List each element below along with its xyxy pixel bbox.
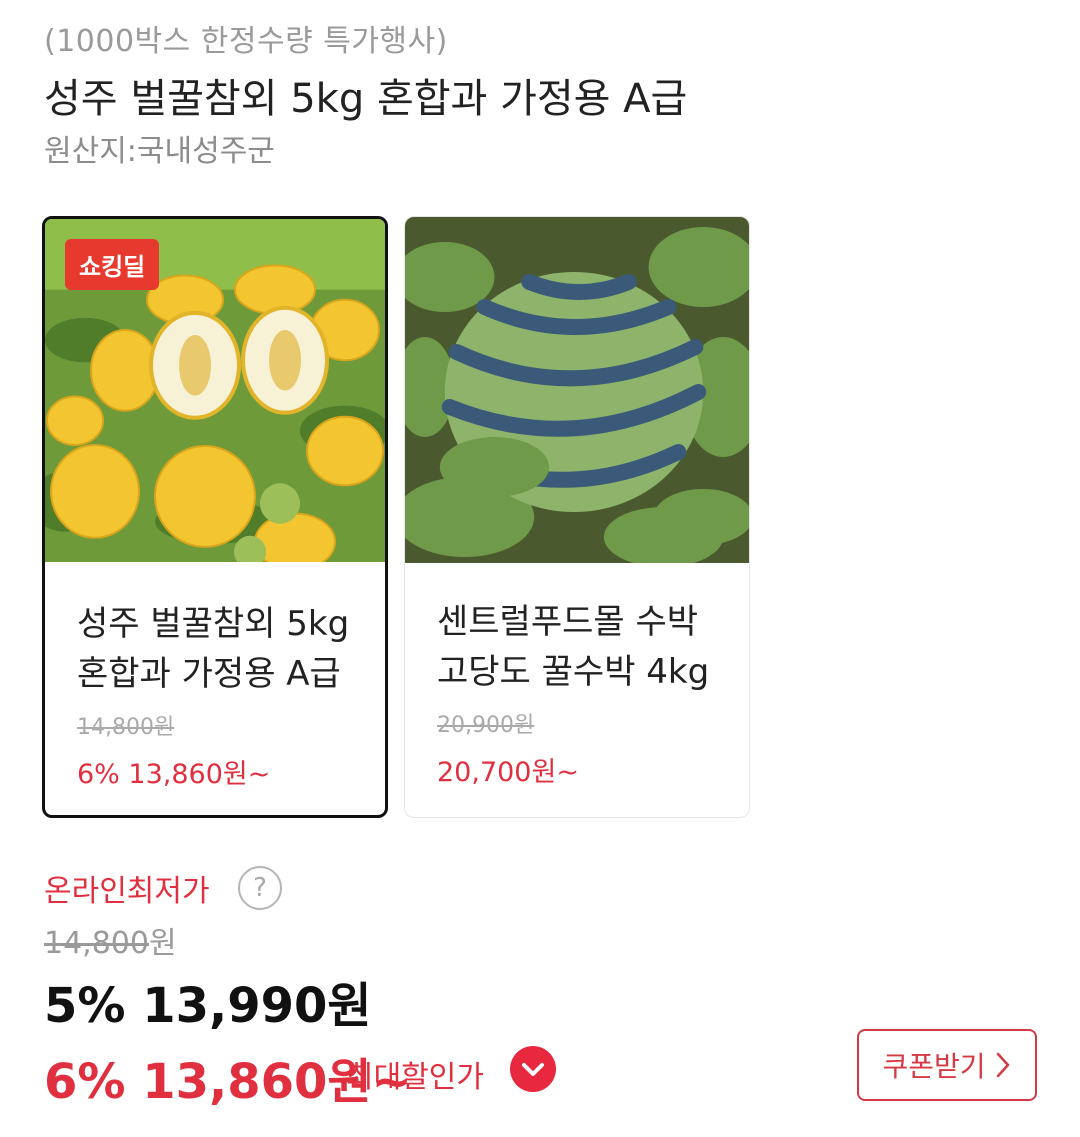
melon-image: 쇼킹딜 (45, 219, 385, 562)
card-product-name: 센트럴푸드몰 수박 고당도 꿀수박 4kg (437, 597, 729, 697)
option-card-melon[interactable]: 쇼킹딜 성주 벌꿀참외 5kg 혼합과 가정용 A급 14,800원 6% 13… (42, 216, 388, 818)
get-coupon-button[interactable]: 쿠폰받기 (857, 1029, 1037, 1101)
card-name-line2: 고당도 꿀수박 4kg (437, 652, 710, 692)
card-original-price: 14,800원 (77, 715, 175, 740)
chevron-down-icon[interactable] (510, 1046, 556, 1092)
card-name-line2: 혼합과 가정용 A급 (77, 654, 341, 694)
promo-text: (1000박스 한정수량 특가행사) (44, 24, 448, 59)
option-card-watermelon[interactable]: 센트럴푸드몰 수박 고당도 꿀수박 4kg 20,900원 20,700원~ (404, 216, 750, 818)
shocking-deal-badge: 쇼킹딜 (65, 239, 160, 290)
coupon-label: 쿠폰받기 (882, 1050, 986, 1083)
lowest-price-label: 온라인최저가 (44, 874, 210, 909)
card-sale-price: 20,700원~ (437, 757, 579, 788)
original-price: 14,800원 (44, 918, 177, 962)
original-price-unit: 원 (148, 926, 177, 961)
card-sale-price: 6% 13,860원~ (77, 759, 271, 790)
max-discount-label: 최대할인가 (346, 1060, 484, 1095)
card-original-price: 20,900원 (437, 713, 535, 738)
card-product-name: 성주 벌꿀참외 5kg 혼합과 가정용 A급 (77, 599, 365, 699)
discount-price: 5% 13,990원 (44, 978, 372, 1034)
product-title: 성주 벌꿀참외 5kg 혼합과 가정용 A급 (44, 76, 688, 122)
chevron-right-icon (996, 1052, 1009, 1078)
card-name-line1: 성주 벌꿀참외 5kg (77, 604, 350, 644)
watermelon-image (405, 217, 749, 563)
original-price-number: 14,800 (44, 926, 149, 961)
help-icon[interactable]: ? (238, 866, 282, 910)
card-name-line1: 센트럴푸드몰 수박 (437, 602, 699, 642)
origin-text: 원산지:국내성주군 (44, 134, 275, 169)
